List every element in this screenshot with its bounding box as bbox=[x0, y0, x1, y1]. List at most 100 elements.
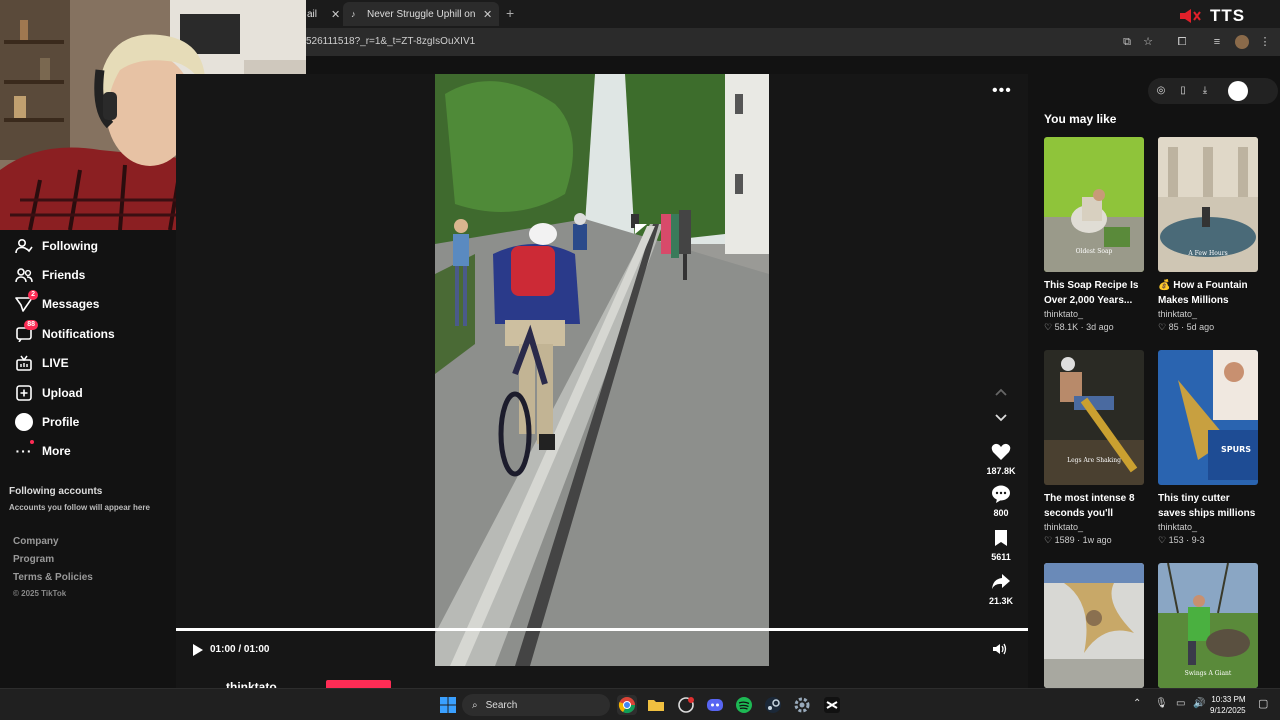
close-tab-icon[interactable]: ✕ bbox=[483, 8, 492, 21]
video-progress-bar[interactable] bbox=[176, 628, 1028, 631]
like-count: 187.8K bbox=[986, 466, 1016, 476]
system-clock[interactable]: 10:33 PM 9/12/2025 bbox=[1210, 694, 1246, 716]
video-thumbnail[interactable]: Oldest Soap bbox=[1044, 137, 1144, 272]
microphone-icon[interactable]: 🎙 bbox=[1155, 698, 1168, 709]
os-taskbar: ⌕ Search ⌃ 🎙 ▭ 🔊 10:33 PM 9/12/2025 ▢ bbox=[0, 688, 1280, 720]
save-action[interactable]: 5611 bbox=[976, 528, 1026, 562]
play-icon[interactable] bbox=[192, 643, 204, 662]
extensions-icon[interactable]: ⧠ bbox=[1175, 35, 1189, 49]
like-action[interactable]: 187.8K bbox=[976, 442, 1026, 476]
card-author[interactable]: thinktato_ bbox=[1158, 309, 1258, 319]
video-thumbnail[interactable]: Swings A Giant bbox=[1158, 563, 1258, 688]
download-icon[interactable]: ⤓ bbox=[1198, 84, 1212, 98]
recommended-video-card[interactable]: SPURS This tiny cutter saves ships milli… bbox=[1158, 350, 1258, 546]
card-meta: ♡ 85 · 5d ago bbox=[1158, 322, 1215, 332]
footer-link-program[interactable]: Program bbox=[13, 554, 54, 565]
spotify-icon[interactable] bbox=[734, 695, 754, 715]
video-frame[interactable] bbox=[435, 74, 769, 666]
tiktok-favicon-icon: ♪ bbox=[351, 9, 356, 19]
settings-gear-icon[interactable] bbox=[792, 695, 812, 715]
save-count: 5611 bbox=[991, 552, 1011, 562]
footer-link-company[interactable]: Company bbox=[13, 536, 59, 547]
comment-icon[interactable] bbox=[976, 484, 1026, 504]
recommended-video-card[interactable]: Legs Are Shaking The most intense 8 seco… bbox=[1044, 350, 1144, 546]
notifications-badge: 88 bbox=[24, 320, 38, 330]
sidebar: Following Friends 2 Messages 88 Notifica… bbox=[0, 230, 176, 688]
media-control-icon[interactable]: ≡ bbox=[1210, 35, 1224, 49]
url-field[interactable]: 526111518?_r=1&_t=ZT-8zgIsOuXIV1 bbox=[306, 36, 475, 47]
video-player: ••• 187.8K 800 5611 21.3K 01:00 / 01:00 bbox=[176, 74, 1028, 694]
tray-chevron-icon[interactable]: ⌃ bbox=[1133, 698, 1141, 709]
video-thumbnail[interactable]: SPURS bbox=[1158, 350, 1258, 485]
video-thumbnail[interactable]: A Few Hours bbox=[1158, 137, 1258, 272]
messages-badge: 2 bbox=[28, 290, 38, 300]
taskbar-search[interactable]: ⌕ Search bbox=[462, 694, 610, 716]
discord-icon[interactable] bbox=[705, 695, 725, 715]
previous-video-icon[interactable] bbox=[994, 386, 1008, 400]
tts-overlay: TTS bbox=[1178, 6, 1245, 26]
install-app-icon[interactable]: ⧉ bbox=[1120, 35, 1134, 49]
device-icon[interactable]: ▯ bbox=[1176, 84, 1190, 98]
card-meta: ♡ 1589 · 1w ago bbox=[1044, 535, 1112, 545]
card-likes: 58.1K bbox=[1054, 322, 1079, 332]
sidebar-item-messages[interactable]: 2 Messages bbox=[14, 290, 99, 315]
share-icon[interactable] bbox=[976, 572, 1026, 592]
card-age: 9-3 bbox=[1191, 535, 1205, 545]
avatar[interactable] bbox=[1228, 81, 1248, 101]
chrome-icon[interactable] bbox=[617, 695, 637, 715]
tab-title: Never Struggle Uphill on a Bike bbox=[367, 8, 477, 20]
sidebar-item-label: Following bbox=[42, 239, 98, 253]
new-tab-icon[interactable]: + bbox=[506, 5, 514, 21]
network-icon[interactable]: ▭ bbox=[1176, 698, 1185, 709]
share-action[interactable]: 21.3K bbox=[976, 572, 1026, 606]
comment-action[interactable]: 800 bbox=[976, 484, 1026, 518]
sidebar-item-notifications[interactable]: 88 Notifications bbox=[14, 320, 115, 345]
browser-tab-previous[interactable]: ail ✕ bbox=[305, 2, 343, 26]
messages-icon: 2 bbox=[14, 290, 38, 313]
sidebar-item-more[interactable]: ··· More bbox=[14, 440, 71, 462]
capcut-icon[interactable] bbox=[822, 695, 842, 715]
bookmark-icon[interactable] bbox=[976, 528, 1026, 548]
sidebar-item-upload[interactable]: Upload bbox=[14, 382, 83, 404]
friends-icon bbox=[14, 266, 34, 284]
next-video-icon[interactable] bbox=[994, 412, 1008, 426]
heart-icon[interactable] bbox=[976, 442, 1026, 462]
profile-avatar bbox=[14, 413, 34, 431]
following-icon bbox=[14, 237, 34, 255]
card-author[interactable]: thinktato_ bbox=[1158, 522, 1258, 532]
clock-time: 10:33 PM bbox=[1211, 695, 1246, 704]
close-tab-icon[interactable]: ✕ bbox=[331, 8, 340, 21]
sidebar-item-live[interactable]: LIVE bbox=[14, 352, 69, 374]
profile-avatar-icon[interactable] bbox=[1235, 35, 1249, 49]
recommended-video-card[interactable]: Oldest Soap This Soap Recipe Is Over 2,0… bbox=[1044, 137, 1144, 333]
card-author[interactable]: thinktato_ bbox=[1044, 522, 1144, 532]
file-explorer-icon[interactable] bbox=[646, 695, 666, 715]
card-meta: ♡ 58.1K · 3d ago bbox=[1044, 322, 1114, 332]
recommended-video-card[interactable] bbox=[1044, 563, 1144, 688]
recommended-video-card[interactable]: Swings A Giant bbox=[1158, 563, 1258, 688]
more-options-icon[interactable]: ••• bbox=[992, 82, 1012, 100]
sidebar-item-profile[interactable]: Profile bbox=[14, 411, 79, 433]
card-title: This Soap Recipe Is Over 2,000 Years... bbox=[1044, 280, 1139, 306]
tts-label: TTS bbox=[1210, 6, 1246, 25]
video-thumbnail[interactable]: Legs Are Shaking bbox=[1044, 350, 1144, 485]
card-author[interactable]: thinktato_ bbox=[1044, 309, 1144, 319]
steam-icon[interactable] bbox=[763, 695, 783, 715]
sidebar-item-following[interactable]: Following bbox=[14, 235, 98, 257]
app-icon[interactable] bbox=[676, 695, 696, 715]
recommended-video-card[interactable]: A Few Hours 💰 How a Fountain Makes Milli… bbox=[1158, 137, 1258, 333]
you-may-like-heading: You may like bbox=[1044, 112, 1117, 126]
notification-center-icon[interactable]: ▢ bbox=[1258, 697, 1268, 710]
bookmark-star-icon[interactable]: ☆ bbox=[1141, 35, 1155, 49]
windows-start-icon[interactable] bbox=[438, 695, 458, 715]
browser-menu-icon[interactable]: ⋮ bbox=[1258, 35, 1272, 49]
video-thumbnail[interactable] bbox=[1044, 563, 1144, 688]
sidebar-item-friends[interactable]: Friends bbox=[14, 264, 85, 286]
browser-tab-active[interactable]: ♪ Never Struggle Uphill on a Bike ✕ bbox=[343, 2, 499, 26]
volume-icon[interactable] bbox=[992, 642, 1008, 661]
card-meta: ♡ 153 · 9-3 bbox=[1158, 535, 1205, 545]
sidebar-item-label: Profile bbox=[42, 415, 80, 429]
footer-link-terms[interactable]: Terms & Policies bbox=[13, 572, 93, 583]
volume-tray-icon[interactable]: 🔊 bbox=[1193, 698, 1205, 709]
compass-icon[interactable]: ◎ bbox=[1154, 84, 1168, 98]
